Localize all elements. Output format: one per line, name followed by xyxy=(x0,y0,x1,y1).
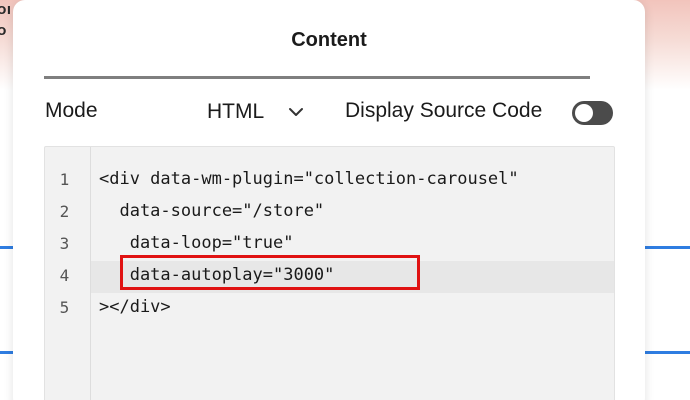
background-divider xyxy=(645,351,690,354)
mode-dropdown-value: HTML xyxy=(207,100,265,123)
line-number: 2 xyxy=(59,202,70,221)
panel-title: Content xyxy=(291,29,367,51)
content-panel: Content Mode HTML Display Source Code 1 … xyxy=(13,0,645,400)
background-divider xyxy=(645,246,690,249)
mode-label: Mode xyxy=(45,99,98,122)
background-divider xyxy=(0,246,13,249)
display-source-code-toggle[interactable] xyxy=(572,101,613,125)
highlight-annotation-box xyxy=(120,255,420,290)
code-line[interactable]: data-loop="true" xyxy=(99,233,294,253)
line-number: 3 xyxy=(59,234,70,253)
code-line[interactable]: data-source="/store" xyxy=(99,201,324,221)
mode-dropdown[interactable]: HTML xyxy=(207,96,304,128)
display-source-code-label: Display Source Code xyxy=(345,99,543,122)
tab-underline xyxy=(44,76,590,79)
code-line[interactable]: <div data-wm-plugin="collection-carousel… xyxy=(99,169,519,189)
line-number: 4 xyxy=(59,266,70,285)
code-line[interactable]: ></div> xyxy=(99,297,171,317)
line-number: 1 xyxy=(59,170,70,189)
background-divider xyxy=(0,351,13,354)
background-text: O xyxy=(0,25,7,38)
code-editor[interactable]: 1 2 3 4 5 <div data-wm-plugin="collectio… xyxy=(44,146,615,400)
line-number: 5 xyxy=(59,298,70,317)
toggle-knob xyxy=(575,104,593,122)
background-text: OI xyxy=(0,4,12,17)
chevron-down-icon xyxy=(289,108,304,116)
